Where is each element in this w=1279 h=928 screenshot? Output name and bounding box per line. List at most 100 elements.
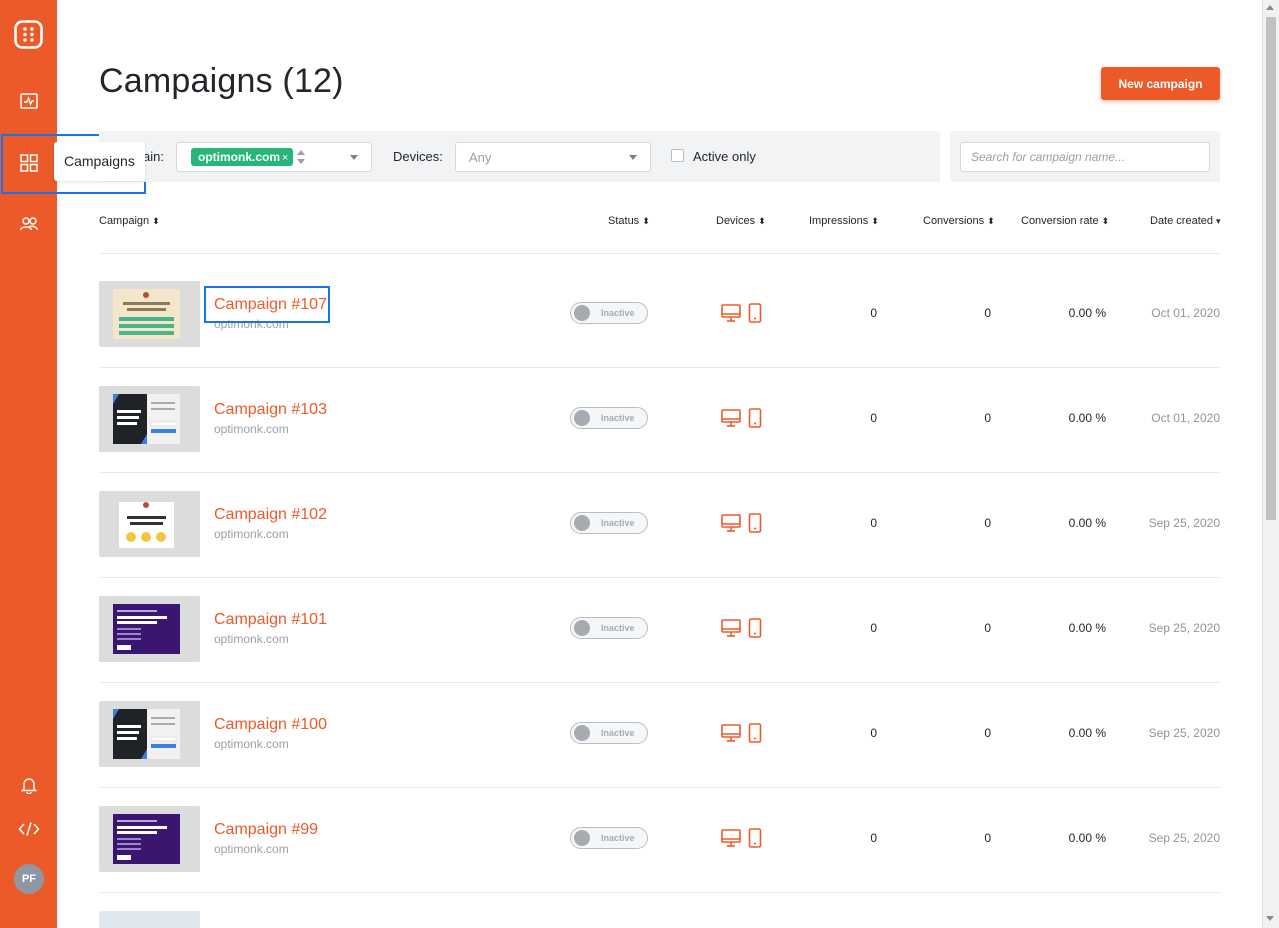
date-created-value: Oct 01, 2020	[1151, 306, 1220, 320]
domain-filter-label: ain:	[143, 149, 164, 164]
campaign-thumbnail[interactable]	[99, 806, 200, 872]
campaign-thumbnail[interactable]	[99, 596, 200, 662]
table-row[interactable]: Campaign #103 optimonk.com Inactive 0 0 0.00 …	[99, 367, 1220, 472]
campaign-name-link[interactable]: Campaign #107	[214, 296, 327, 314]
date-created-value: Sep 25, 2020	[1148, 831, 1220, 845]
sidebar-item-subscribers[interactable]	[0, 201, 57, 247]
scroll-up-icon[interactable]	[1266, 5, 1274, 10]
domain-tag: optimonk.com ×	[191, 148, 294, 166]
campaign-name-link[interactable]: Campaign #103	[214, 401, 327, 419]
conversion-rate-value: 0.00 %	[1068, 516, 1106, 530]
chevron-down-icon	[629, 155, 637, 160]
new-campaign-button[interactable]: New campaign	[1101, 67, 1220, 100]
campaign-domain: optimonk.com	[214, 422, 289, 436]
column-label: Date created	[1150, 215, 1213, 227]
campaign-name-link[interactable]: Campaign #100	[214, 716, 327, 734]
optimonk-logo-icon[interactable]	[14, 20, 43, 49]
conversion-rate-value: 0.00 %	[1068, 621, 1106, 635]
status-toggle[interactable]: Inactive	[570, 617, 648, 639]
column-header-impressions[interactable]: Impressions ⬍	[809, 215, 879, 227]
campaign-thumbnail[interactable]	[99, 911, 200, 928]
toggle-knob	[574, 305, 590, 321]
page-title: Campaigns (12)	[99, 62, 344, 100]
domain-select[interactable]: optimonk.com ×	[176, 142, 372, 172]
devices-select[interactable]: Any	[455, 142, 651, 172]
column-header-date-created[interactable]: Date created ▾	[1150, 215, 1221, 227]
sidebar-item-campaigns[interactable]	[0, 140, 57, 186]
sidebar: PF	[0, 0, 57, 928]
column-header-conversion-rate[interactable]: Conversion rate ⬍	[1021, 215, 1109, 227]
campaign-domain: optimonk.com	[214, 737, 289, 751]
sidebar-item-notifications[interactable]	[0, 762, 57, 808]
status-toggle[interactable]: Inactive	[570, 722, 648, 744]
table-row[interactable]: Campaign #107 optimonk.com Inactive 0 0 0.00 …	[99, 262, 1220, 367]
sort-desc-icon: ▾	[1215, 216, 1221, 226]
conversions-value: 0	[984, 306, 991, 320]
campaign-name-link[interactable]: Campaign #102	[214, 506, 327, 524]
code-icon	[17, 821, 40, 837]
campaign-thumbnail[interactable]	[99, 281, 200, 347]
status-toggle[interactable]: Inactive	[570, 407, 648, 429]
sidebar-item-analytics[interactable]	[0, 78, 57, 124]
column-label: Devices	[716, 215, 756, 227]
domain-tag-label: optimonk.com	[198, 150, 281, 164]
mobile-icon	[748, 513, 762, 538]
bell-icon	[20, 776, 37, 794]
campaign-domain: optimonk.com	[214, 842, 289, 856]
campaign-thumbnail[interactable]	[99, 386, 200, 452]
status-label: Inactive	[601, 413, 635, 423]
table-row[interactable]: Campaign #99 optimonk.com Inactive 0 0 0.00 %…	[99, 787, 1220, 892]
table-row[interactable]: Campaign #101 optimonk.com Inactive 0 0 0.00 …	[99, 577, 1220, 682]
campaign-domain: optimonk.com	[214, 317, 289, 331]
campaign-name-link[interactable]: Campaign #99	[214, 821, 318, 839]
conversions-value: 0	[984, 831, 991, 845]
column-header-status[interactable]: Status ⬍	[608, 215, 650, 227]
app-root: PF Campaigns Campaigns (12) New campaign…	[0, 0, 1279, 928]
scrollbar-thumb[interactable]	[1266, 17, 1276, 520]
toggle-knob	[574, 620, 590, 636]
search-input[interactable]	[960, 142, 1210, 172]
desktop-icon	[721, 828, 741, 853]
avatar[interactable]: PF	[14, 864, 44, 894]
status-toggle[interactable]: Inactive	[570, 512, 648, 534]
sidebar-item-code[interactable]	[0, 806, 57, 852]
toggle-knob	[574, 830, 590, 846]
table-row[interactable]: Campaign #102 optimonk.com Inactive 0 0 0.00 …	[99, 472, 1220, 577]
column-header-devices[interactable]: Devices ⬍	[716, 215, 766, 227]
toggle-knob	[574, 725, 590, 741]
conversions-value: 0	[984, 621, 991, 635]
devices-filter-label: Devices:	[393, 149, 443, 164]
active-only-label[interactable]: Active only	[693, 149, 756, 164]
column-header-conversions[interactable]: Conversions ⬍	[923, 215, 995, 227]
campaign-domain: optimonk.com	[214, 632, 289, 646]
campaign-thumbnail[interactable]	[99, 701, 200, 767]
active-only-checkbox[interactable]	[671, 149, 684, 162]
column-label: Conversion rate	[1021, 215, 1099, 227]
status-label: Inactive	[601, 833, 635, 843]
scroll-down-icon[interactable]	[1266, 916, 1274, 921]
impressions-value: 0	[870, 411, 877, 425]
table-row[interactable]: Campaign #100 optimonk.com Inactive 0 0 0.00 …	[99, 682, 1220, 787]
impressions-value: 0	[870, 726, 877, 740]
row-divider	[99, 892, 1220, 893]
conversion-rate-value: 0.00 %	[1068, 726, 1106, 740]
date-created-value: Oct 01, 2020	[1151, 411, 1220, 425]
conversions-value: 0	[984, 516, 991, 530]
mobile-icon	[748, 723, 762, 748]
sort-icon: ⬍	[152, 216, 160, 226]
tag-remove-icon[interactable]: ×	[282, 152, 288, 164]
campaign-name-link[interactable]: Campaign #101	[214, 611, 327, 629]
status-toggle[interactable]: Inactive	[570, 827, 648, 849]
stepper-icon[interactable]	[295, 147, 307, 167]
column-header-campaign[interactable]: Campaign ⬍	[99, 215, 160, 227]
chevron-down-icon	[350, 155, 358, 160]
status-toggle[interactable]: Inactive	[570, 302, 648, 324]
users-icon	[19, 216, 39, 232]
impressions-value: 0	[870, 516, 877, 530]
desktop-icon	[721, 618, 741, 643]
conversions-value: 0	[984, 411, 991, 425]
campaign-domain: optimonk.com	[214, 527, 289, 541]
conversion-rate-value: 0.00 %	[1068, 411, 1106, 425]
desktop-icon	[721, 408, 741, 433]
campaign-thumbnail[interactable]	[99, 491, 200, 557]
